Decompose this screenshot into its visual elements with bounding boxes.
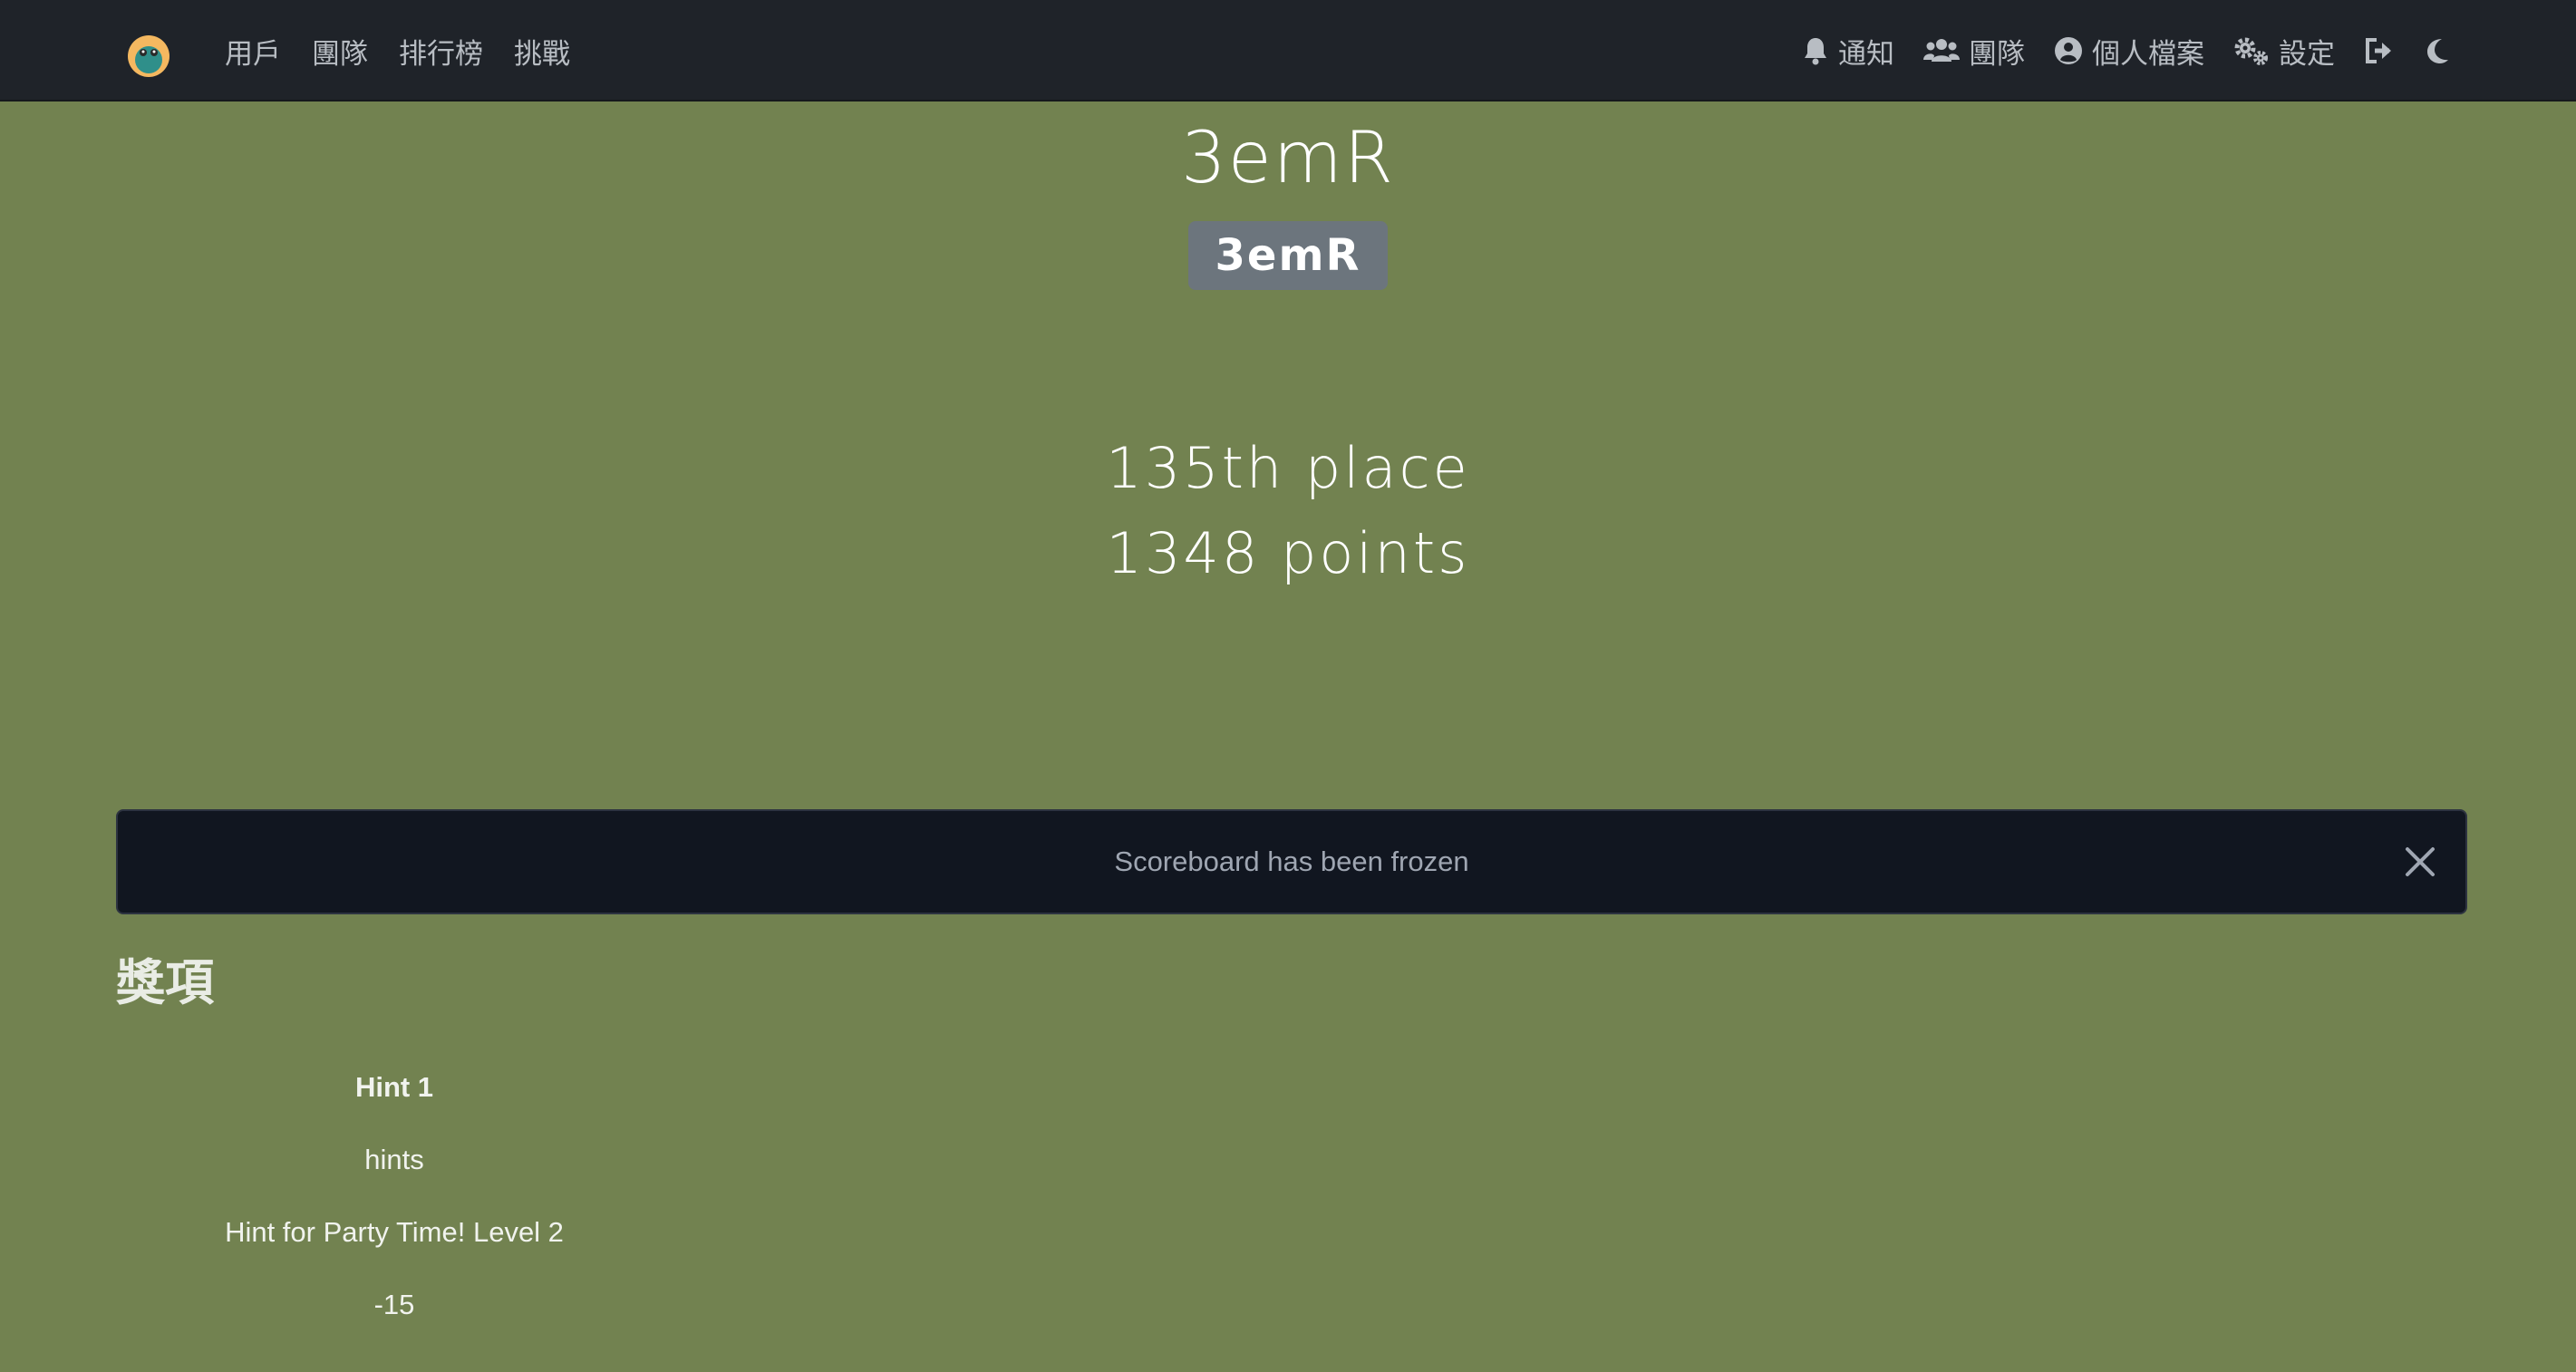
- team-name-heading: 3emR: [1181, 118, 1395, 199]
- close-icon[interactable]: [2402, 844, 2438, 880]
- nav-logout[interactable]: [2364, 36, 2395, 65]
- gears-icon: [2234, 37, 2268, 65]
- award-value: -15: [373, 1289, 415, 1320]
- team-badge-wrapper: 3emR: [0, 221, 2576, 290]
- awards-list: Hint 1 hints Hint for Party Time! Level …: [116, 1051, 673, 1341]
- nav-left-links: 用戶 團隊 排行榜 挑戰: [225, 0, 601, 101]
- nav-link-scoreboard[interactable]: 排行榜: [399, 31, 483, 72]
- awards-heading: 獎項: [116, 954, 214, 1011]
- nav-link-users[interactable]: 用戶: [225, 31, 281, 72]
- nav-notifications[interactable]: 通知: [1802, 31, 1894, 72]
- bell-icon: [1805, 38, 1826, 65]
- scoreboard-frozen-alert: Scoreboard has been frozen: [116, 809, 2467, 914]
- nav-profile[interactable]: 個人檔案: [2054, 31, 2204, 72]
- sign-out-icon: [2366, 38, 2391, 63]
- award-name: Hint 1: [354, 1071, 434, 1103]
- team-points: 1348 points: [1106, 520, 1470, 586]
- site-logo-icon[interactable]: [127, 34, 170, 78]
- nav-settings-label: 設定: [2279, 37, 2335, 71]
- nav-link-challenges[interactable]: 挑戰: [514, 31, 570, 72]
- nav-link-teams[interactable]: 團隊: [312, 31, 368, 72]
- nav-settings[interactable]: 設定: [2233, 31, 2335, 72]
- team-place: 135th place: [1106, 435, 1470, 501]
- nav-team[interactable]: 團隊: [1923, 31, 2025, 72]
- nav-right-links: 通知 團隊 個人檔案 設定: [1773, 0, 2451, 101]
- user-circle-icon: [2055, 37, 2082, 64]
- nav-notifications-label: 通知: [1838, 37, 1894, 71]
- award-description: Hint for Party Time! Level 2: [225, 1216, 564, 1248]
- award-category: hints: [364, 1144, 424, 1175]
- alert-message: Scoreboard has been frozen: [1114, 845, 1469, 877]
- top-navbar: 用戶 團隊 排行榜 挑戰 通知 團隊 個人檔案 設定: [0, 0, 2576, 101]
- nav-team-label: 團隊: [1969, 37, 2025, 71]
- nav-profile-label: 個人檔案: [2092, 37, 2204, 71]
- moon-icon: [2427, 39, 2448, 63]
- users-icon: [1923, 39, 1960, 62]
- team-badge: 3emR: [1187, 221, 1389, 290]
- nav-theme-toggle[interactable]: [2424, 36, 2451, 65]
